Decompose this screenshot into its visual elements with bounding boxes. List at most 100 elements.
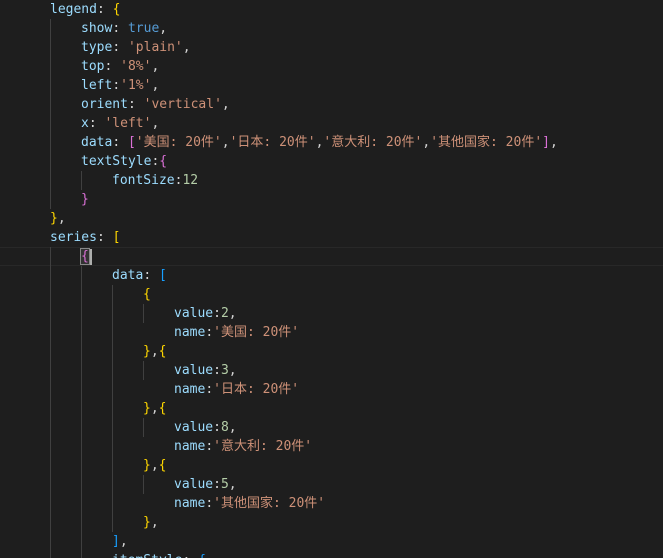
code-line[interactable]: orient: 'vertical',	[81, 95, 230, 114]
comma: ,	[150, 515, 159, 530]
property-key: value	[174, 420, 214, 435]
comma: ,	[151, 78, 160, 93]
colon: :	[88, 116, 105, 131]
code-line[interactable]: value:5,	[174, 475, 237, 494]
comma: ,	[119, 534, 128, 549]
colon: :	[205, 496, 214, 511]
code-line[interactable]: top: '8%',	[81, 57, 159, 76]
close-brace: }	[143, 458, 151, 473]
indent-guide	[81, 171, 82, 190]
open-bracket: [	[127, 135, 136, 150]
property-key: type	[81, 40, 113, 55]
code-line[interactable]: ],	[112, 532, 128, 551]
code-line[interactable]: },	[50, 209, 66, 228]
close-brace: }	[143, 344, 151, 359]
string-value: 'vertical'	[143, 97, 222, 112]
boolean-value: true	[127, 21, 160, 36]
indent-guide	[81, 266, 82, 558]
code-line[interactable]: name:'美国: 20件'	[174, 323, 299, 342]
string-value: '意大利: 20件'	[213, 439, 313, 454]
close-bracket: ]	[112, 534, 120, 549]
comma: ,	[228, 477, 237, 492]
code-line[interactable]: itemStyle: {	[112, 551, 206, 558]
colon: :	[112, 21, 128, 36]
comma: ,	[150, 344, 159, 359]
code-line[interactable]: },	[143, 513, 159, 532]
code-line[interactable]: show: true,	[81, 19, 167, 38]
comma: ,	[57, 211, 66, 226]
colon: :	[205, 439, 214, 454]
open-brace: {	[158, 401, 167, 416]
colon: :	[213, 363, 221, 378]
string-value: '8%'	[120, 59, 152, 74]
open-bracket: [	[112, 230, 121, 245]
property-key: name	[174, 439, 206, 454]
comma: ,	[151, 116, 160, 131]
string-value: '美国: 20件'	[135, 135, 222, 150]
number-value: 3	[220, 363, 229, 378]
colon: :	[213, 420, 221, 435]
property-key: data	[81, 135, 113, 150]
code-line[interactable]: },{	[143, 342, 166, 361]
code-line[interactable]: data: ['美国: 20件','日本: 20件','意大利: 20件','其…	[81, 133, 558, 152]
code-line[interactable]: value:3,	[174, 361, 237, 380]
close-brace: }	[81, 192, 89, 207]
colon: :	[96, 230, 113, 245]
comma: ,	[228, 363, 237, 378]
number-value: 8	[220, 420, 229, 435]
colon: :	[112, 40, 128, 55]
code-editor[interactable]: legend: { show: true, type: 'plain', top…	[0, 0, 663, 558]
colon: :	[205, 382, 214, 397]
code-line[interactable]: value:8,	[174, 418, 237, 437]
code-line[interactable]: },{	[143, 456, 166, 475]
string-value: '其他国家: 20件'	[430, 135, 543, 150]
close-brace: }	[143, 401, 151, 416]
code-line[interactable]: textStyle:{	[81, 152, 167, 171]
property-key: fontSize	[112, 173, 175, 188]
code-line[interactable]: series: [	[50, 228, 120, 247]
property-key: name	[174, 382, 206, 397]
property-key: value	[174, 306, 214, 321]
code-line[interactable]: left:'1%',	[81, 76, 159, 95]
code-line[interactable]: {	[143, 285, 151, 304]
comma: ,	[549, 135, 558, 150]
open-brace: {	[198, 553, 206, 558]
colon: :	[112, 78, 121, 93]
property-key: name	[174, 325, 206, 340]
close-brace: }	[50, 211, 58, 226]
string-value: '日本: 20件'	[213, 382, 300, 397]
code-line[interactable]: value:2,	[174, 304, 237, 323]
string-value: '1%'	[120, 78, 152, 93]
code-line[interactable]: },{	[143, 399, 166, 418]
code-line[interactable]: name:'日本: 20件'	[174, 380, 299, 399]
colon: :	[143, 268, 159, 283]
open-brace: {	[159, 154, 168, 169]
property-key: data	[112, 268, 144, 283]
indent-guide	[143, 304, 144, 323]
code-line[interactable]: legend: {	[50, 0, 120, 19]
property-key: textStyle	[81, 154, 152, 169]
colon: :	[96, 2, 113, 17]
matched-open-brace: {	[80, 248, 90, 265]
code-line[interactable]: }	[81, 190, 89, 209]
colon: :	[104, 59, 121, 74]
property-key: orient	[81, 97, 128, 112]
property-key: top	[81, 59, 105, 74]
comma: ,	[228, 306, 237, 321]
string-value: '意大利: 20件'	[323, 135, 423, 150]
code-line[interactable]: type: 'plain',	[81, 38, 191, 57]
indent-guide	[143, 418, 144, 437]
colon: :	[213, 477, 221, 492]
colon: :	[213, 306, 221, 321]
code-line[interactable]: fontSize:12	[112, 171, 198, 190]
indent-guide	[143, 475, 144, 494]
comma: ,	[221, 97, 230, 112]
property-key: show	[81, 21, 113, 36]
string-value: 'plain'	[127, 40, 183, 55]
code-line[interactable]: name:'意大利: 20件'	[174, 437, 312, 456]
property-key: itemStyle	[112, 553, 182, 558]
code-line[interactable]: data: [	[112, 266, 167, 285]
code-line[interactable]: name:'其他国家: 20件'	[174, 494, 325, 513]
code-line[interactable]: x: 'left',	[81, 114, 159, 133]
code-line[interactable]: {	[80, 247, 90, 266]
